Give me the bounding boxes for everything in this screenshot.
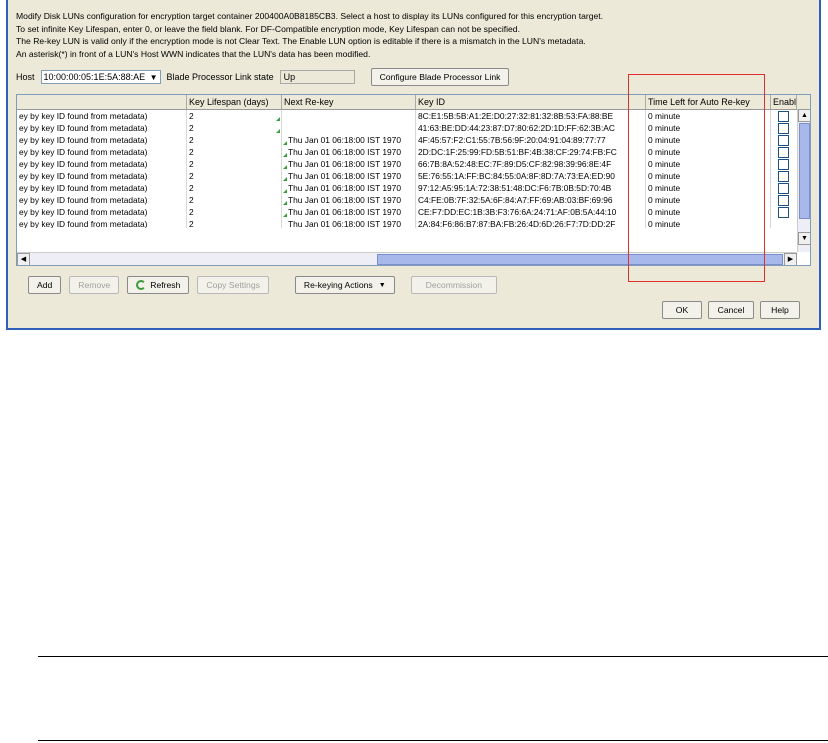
action-buttons: Add Remove Refresh Copy Settings Re-keyi… [28,276,497,294]
lun-id-cell: ey by key ID found from metadata) [17,122,187,134]
scroll-right-icon[interactable]: ▶ [784,253,797,265]
chevron-down-icon: ▼ [378,281,386,289]
highlight-box [628,74,765,282]
key-id-cell: C4:FE:0B:7F:32:5A:6F:84:A7:FF:69:AB:03:B… [416,194,646,206]
blade-link-label: Blade Processor Link state [166,72,274,82]
key-lifespan-cell[interactable]: 2 [187,182,282,194]
dialog-buttons: OK Cancel Help [662,301,800,319]
edit-marker-icon [276,117,280,121]
lun-id-cell: ey by key ID found from metadata) [17,170,187,182]
divider [38,656,828,657]
key-lifespan-cell[interactable]: 2 [187,158,282,170]
enable-checkbox[interactable] [778,195,789,206]
lun-id-cell: ey by key ID found from metadata) [17,206,187,218]
next-rekey-cell: Thu Jan 01 06:18:00 IST 1970 [282,218,416,228]
scroll-left-icon[interactable]: ◀ [17,253,30,265]
description-line: An asterisk(*) in front of a LUN's Host … [16,48,371,59]
vertical-scroll-thumb[interactable] [799,123,810,219]
key-id-cell: 41:63:BE:DD:44:23:87:D7:80:62:2D:1D:FF:6… [416,122,646,134]
lun-id-cell: ey by key ID found from metadata) [17,110,187,122]
refresh-icon [136,280,147,290]
enable-checkbox[interactable] [778,147,789,158]
key-id-cell: 5E:76:55:1A:FF:BC:84:55:0A:8F:8D:7A:73:E… [416,170,646,182]
key-lifespan-cell[interactable]: 2 [187,206,282,218]
key-id-cell: 4F:45:57:F2:C1:55:7B:56:9F:20:04:91:04:8… [416,134,646,146]
lun-id-cell: ey by key ID found from metadata) [17,146,187,158]
configure-blade-link-button[interactable]: Configure Blade Processor Link [370,68,510,86]
lun-id-cell: ey by key ID found from metadata) [17,134,187,146]
key-lifespan-cell[interactable]: 2 [187,146,282,158]
key-lifespan-cell[interactable]: 2 [187,170,282,182]
column-header[interactable]: Next Re-key [282,95,416,109]
key-lifespan-cell[interactable]: 2 [187,134,282,146]
vertical-scrollbar[interactable]: ▲ ▼ [797,109,810,252]
decommission-button[interactable]: Decommission [410,276,497,294]
key-lifespan-cell[interactable]: 2 [187,218,282,228]
next-rekey-cell: Thu Jan 01 06:18:00 IST 1970 [282,146,416,158]
chevron-down-icon[interactable]: ▼ [150,73,158,82]
enable-checkbox[interactable] [778,123,789,134]
lun-id-cell: ey by key ID found from metadata) [17,218,187,228]
lun-id-cell: ey by key ID found from metadata) [17,194,187,206]
key-lifespan-cell[interactable]: 2 [187,122,282,134]
lun-id-cell: ey by key ID found from metadata) [17,158,187,170]
enable-checkbox[interactable] [778,207,789,218]
next-rekey-cell: Thu Jan 01 06:18:00 IST 1970 [282,134,416,146]
next-rekey-cell: Thu Jan 01 06:18:00 IST 1970 [282,158,416,170]
rekeying-actions-button[interactable]: Re-keying Actions ▼ [294,276,395,294]
host-label: Host [16,72,35,82]
column-header[interactable]: Enable [771,95,797,109]
column-header[interactable]: Key Lifespan (days) [187,95,282,109]
next-rekey-cell: Thu Jan 01 06:18:00 IST 1970 [282,170,416,182]
description-line: Modify Disk LUNs configuration for encry… [16,11,604,21]
key-id-cell: 66:7B:8A:52:48:EC:7F:89:D5:CF:82:98:39:9… [416,158,646,170]
help-button[interactable]: Help [760,301,800,319]
enable-checkbox[interactable] [778,135,789,146]
enable-checkbox[interactable] [778,111,789,122]
copy-settings-button[interactable]: Copy Settings [197,276,269,294]
lun-id-cell: ey by key ID found from metadata) [17,182,187,194]
column-header[interactable]: Key ID [416,95,646,109]
add-button[interactable]: Add [28,276,62,294]
ok-button[interactable]: OK [662,301,702,319]
description-text: Modify Disk LUNs configuration for encry… [16,10,603,60]
key-lifespan-cell[interactable]: 2 [187,110,282,122]
next-rekey-cell [282,110,416,122]
scroll-up-icon[interactable]: ▲ [798,109,810,122]
remove-button[interactable]: Remove [69,276,120,294]
description-line: The Re-key LUN is valid only if the encr… [16,36,586,47]
edit-marker-icon [276,129,280,133]
description-line: To set infinite Key Lifespan, enter 0, o… [16,23,520,34]
host-row: Host 10:00:00:05:1E:5A:88:AE ▼ Blade Pro… [16,68,510,86]
next-rekey-cell [282,122,416,134]
column-header[interactable] [17,95,187,109]
enable-checkbox[interactable] [778,183,789,194]
refresh-label: Refresh [150,280,181,290]
key-id-cell: CE:F7:DD:EC:1B:3B:F3:76:6A:24:71:AF:0B:5… [416,206,646,218]
cancel-button[interactable]: Cancel [708,301,754,319]
next-rekey-cell: Thu Jan 01 06:18:00 IST 1970 [282,206,416,218]
refresh-button[interactable]: Refresh [127,276,190,294]
host-select[interactable]: 10:00:00:05:1E:5A:88:AE ▼ [40,70,161,84]
key-id-cell: 2A:84:F6:86:B7:87:BA:FB:26:4D:6D:26:F7:7… [416,218,646,228]
enable-checkbox[interactable] [778,159,789,170]
key-lifespan-cell[interactable]: 2 [187,194,282,206]
enable-checkbox[interactable] [778,171,789,182]
host-select-value: 10:00:00:05:1E:5A:88:AE [43,72,146,82]
key-id-cell: 2D:DC:1F:25:99:FD:5B:51:BF:4B:38:CF:29:7… [416,146,646,158]
key-id-cell: 8C:E1:5B:5B:A1:2E:D0:27:32:81:32:8B:53:F… [416,110,646,122]
next-rekey-cell: Thu Jan 01 06:18:00 IST 1970 [282,182,416,194]
key-id-cell: 97:12:A5:95:1A:72:38:51:48:DC:F6:7B:0B:5… [416,182,646,194]
blade-link-state-field: Up [279,70,355,84]
scroll-down-icon[interactable]: ▼ [798,232,810,245]
rekeying-actions-label: Re-keying Actions [303,280,373,290]
next-rekey-cell: Thu Jan 01 06:18:00 IST 1970 [282,194,416,206]
divider [38,740,828,741]
